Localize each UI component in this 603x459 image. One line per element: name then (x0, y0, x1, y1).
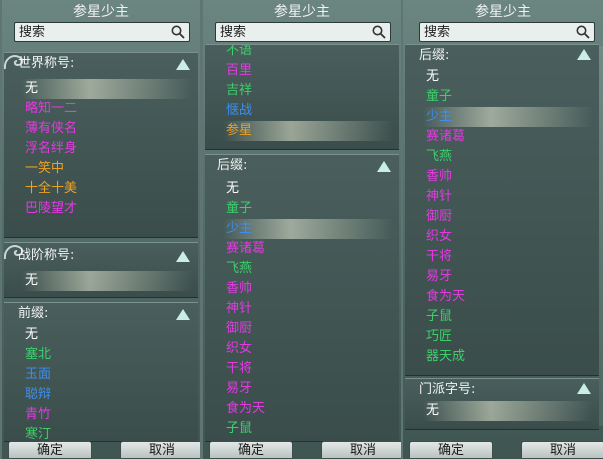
world-title-panel: 世界称号: 无 略知一二 薄有侠名 浮名绊身 一笑中 十全十美 巴陵望才 (4, 52, 198, 238)
confirm-button[interactable]: 确定 (209, 441, 293, 459)
list-item[interactable]: 无 (22, 271, 192, 291)
list-item[interactable]: 食为天 (223, 399, 393, 419)
list-item[interactable]: 飞燕 (423, 147, 593, 167)
suffix-label: 后缀: (419, 48, 450, 63)
list-item[interactable]: 无 (22, 325, 192, 345)
world-title-label: 世界称号: (18, 56, 75, 71)
list-item[interactable]: 玉面 (22, 365, 192, 385)
sect-name-list: 无 (423, 401, 593, 421)
column-title: 参星少主 (475, 4, 531, 20)
collapse-triangle-icon[interactable] (377, 161, 391, 172)
list-item[interactable]: 赛诸葛 (223, 239, 393, 259)
list-item[interactable]: 巧匠 (423, 327, 593, 347)
list-item[interactable]: 干将 (223, 359, 393, 379)
confirm-button[interactable]: 确定 (409, 441, 493, 459)
list-item[interactable]: 干将 (423, 247, 593, 267)
suffix-list: 无 童子 少主 赛诸葛 飞燕 香帅 神针 御厨 织女 干将 易牙 食为天 子鼠 … (423, 67, 593, 367)
prefix-panel: 前缀: 无 塞北 玉面 聪辩 青竹 寒汀 (4, 302, 198, 442)
list-item[interactable]: 童子 (423, 87, 593, 107)
list-item[interactable]: 无 (223, 179, 393, 199)
list-item[interactable]: 子鼠 (423, 307, 593, 327)
search-box[interactable] (419, 22, 595, 42)
search-icon[interactable] (576, 25, 590, 39)
search-icon[interactable] (171, 25, 185, 39)
list-item[interactable]: 无 (423, 67, 593, 87)
title-selector-column-1: 参星少主 世界称号: 无 略知一二 薄有侠名 浮名绊身 一笑中 十全十美 巴陵望… (2, 0, 200, 459)
list-item[interactable]: 百里 (223, 61, 393, 81)
list-item[interactable]: 神针 (423, 187, 593, 207)
search-box[interactable] (14, 22, 190, 42)
list-item[interactable]: 不语 (223, 45, 393, 61)
title-selector-column-2: 参星少主 不语 百里 吉祥 惬战 参星 后缀: 无 童子 少主 赛诸葛 飞燕 香… (203, 0, 401, 459)
list-item[interactable]: 少主 (223, 219, 393, 239)
list-item[interactable]: 织女 (423, 227, 593, 247)
rank-title-list: 无 (22, 271, 192, 291)
suffix-list: 无 童子 少主 赛诸葛 飞燕 香帅 神针 御厨 织女 干将 易牙 食为天 子鼠 (223, 179, 393, 439)
collapse-triangle-icon[interactable] (176, 251, 190, 262)
list-item[interactable]: 塞北 (22, 345, 192, 365)
prefix-list: 不语 百里 吉祥 惬战 参星 (223, 45, 393, 141)
list-item[interactable]: 一笑中 (22, 159, 192, 179)
list-item[interactable]: 薄有侠名 (22, 119, 192, 139)
collapse-triangle-icon[interactable] (577, 49, 591, 60)
list-item[interactable]: 神针 (223, 299, 393, 319)
list-item[interactable]: 香帅 (423, 167, 593, 187)
list-item[interactable]: 浮名绊身 (22, 139, 192, 159)
sect-name-panel: 门派字号: 无 (405, 378, 599, 430)
suffix-panel: 后缀: 无 童子 少主 赛诸葛 飞燕 香帅 神针 御厨 织女 干将 易牙 食为天… (405, 44, 599, 376)
world-title-list: 无 略知一二 薄有侠名 浮名绊身 一笑中 十全十美 巴陵望才 (22, 79, 192, 219)
list-item[interactable]: 子鼠 (223, 419, 393, 439)
list-item[interactable]: 巴陵望才 (22, 199, 192, 219)
list-item[interactable]: 易牙 (223, 379, 393, 399)
search-input[interactable] (19, 23, 165, 41)
rank-title-label: 战阶称号: (18, 248, 75, 263)
collapse-triangle-icon[interactable] (176, 309, 190, 320)
search-icon[interactable] (372, 25, 386, 39)
sect-name-label: 门派字号: (419, 382, 476, 397)
list-item[interactable]: 无 (423, 401, 593, 421)
list-item[interactable]: 吉祥 (223, 81, 393, 101)
cancel-button[interactable]: 取消 (521, 441, 603, 459)
list-item[interactable]: 童子 (223, 199, 393, 219)
list-item[interactable]: 御厨 (423, 207, 593, 227)
list-item[interactable]: 参星 (223, 121, 393, 141)
suffix-label: 后缀: (217, 158, 248, 173)
list-item[interactable]: 青竹 (22, 405, 192, 425)
collapse-triangle-icon[interactable] (577, 383, 591, 394)
list-item[interactable]: 赛诸葛 (423, 127, 593, 147)
suffix-panel: 后缀: 无 童子 少主 赛诸葛 飞燕 香帅 神针 御厨 织女 干将 易牙 食为天… (205, 154, 399, 442)
cancel-button[interactable]: 取消 (321, 441, 401, 459)
column-title: 参星少主 (274, 4, 330, 20)
list-item[interactable]: 飞燕 (223, 259, 393, 279)
list-item[interactable]: 少主 (423, 107, 593, 127)
list-item[interactable]: 惬战 (223, 101, 393, 121)
prefix-panel-continued: 不语 百里 吉祥 惬战 参星 (205, 44, 399, 150)
prefix-list: 无 塞北 玉面 聪辩 青竹 寒汀 (22, 325, 192, 441)
confirm-button[interactable]: 确定 (8, 441, 92, 459)
search-input[interactable] (220, 23, 366, 41)
list-item[interactable]: 略知一二 (22, 99, 192, 119)
list-item[interactable]: 寒汀 (22, 425, 192, 441)
list-item[interactable]: 十全十美 (22, 179, 192, 199)
scrollbar[interactable] (599, 46, 603, 426)
list-item[interactable]: 器天成 (423, 347, 593, 367)
list-item[interactable]: 食为天 (423, 287, 593, 307)
list-item[interactable]: 御厨 (223, 319, 393, 339)
cancel-button[interactable]: 取消 (120, 441, 200, 459)
rank-title-panel: 战阶称号: 无 (4, 242, 198, 298)
search-box[interactable] (215, 22, 391, 42)
title-selector-column-3: 参星少主 后缀: 无 童子 少主 赛诸葛 飞燕 香帅 神针 御厨 织女 干将 易… (403, 0, 603, 459)
search-input[interactable] (424, 23, 570, 41)
prefix-label: 前缀: (18, 306, 49, 321)
list-item[interactable]: 无 (22, 79, 192, 99)
list-item[interactable]: 聪辩 (22, 385, 192, 405)
list-item[interactable]: 香帅 (223, 279, 393, 299)
collapse-triangle-icon[interactable] (176, 59, 190, 70)
list-item[interactable]: 易牙 (423, 267, 593, 287)
list-item[interactable]: 织女 (223, 339, 393, 359)
column-title: 参星少主 (73, 4, 129, 20)
